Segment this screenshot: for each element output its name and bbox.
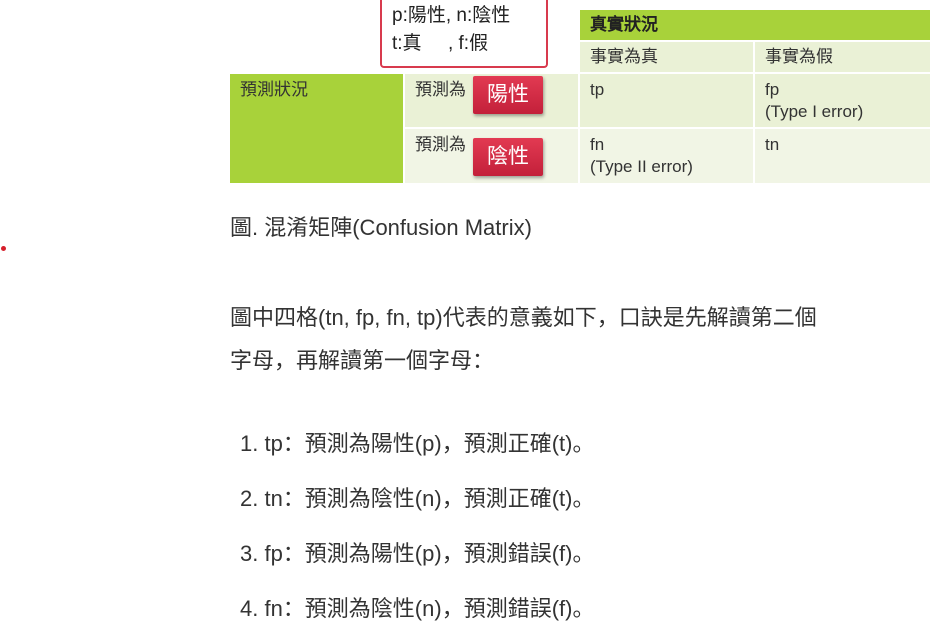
actual-false-cell: 事實為假 [755,42,930,72]
legend-line-1: p:陽性, n:陰性 [392,5,511,26]
paragraph-line-2: 字母，再解讀第一個字母： [230,348,495,373]
fp-note: (Type I error) [765,102,864,121]
paragraph-line-1: 圖中四格(tn, fp, fn, tp)代表的意義如下，口訣是先解讀第二個 [230,305,817,330]
figure-caption: 圖. 混淆矩陣(Confusion Matrix) [230,215,532,240]
list-item: 3. fp：預測為陽性(p)，預測錯誤(f)。 [240,541,595,566]
fn-note: (Type II error) [590,157,693,176]
predicted-header-label: 預測狀況 [240,80,308,99]
predicted-negative-prefix: 預測為 [415,135,466,154]
fp-label: fp [765,80,780,99]
actual-header-cell: 真實狀況 [580,10,930,40]
tn-label: tn [765,135,780,154]
legend-box: p:陽性, n:陰性 t:真 , f:假 [380,0,548,68]
list-item: 2. tn：預測為陰性(n)，預測正確(t)。 [240,486,595,511]
list-item: 4. fn：預測為陰性(n)，預測錯誤(f)。 [240,596,595,621]
fp-cell: fp (Type I error) [755,74,930,127]
list-item: 1. tp：預測為陽性(p)，預測正確(t)。 [240,431,595,456]
fn-label: fn [590,135,605,154]
meaning-list: 1. tp：預測為陽性(p)，預測正確(t)。 2. tn：預測為陰性(n)，預… [240,422,594,642]
confusion-matrix-figure: 真實狀況 事實為真 事實為假 預測狀況 預測為 tp fp (Type I er… [230,0,932,186]
predicted-positive-prefix: 預測為 [415,80,466,99]
actual-true-label: 事實為真 [590,47,658,66]
positive-tag: 陽性 [473,76,543,114]
actual-true-cell: 事實為真 [580,42,753,72]
negative-tag: 陰性 [473,138,543,176]
bullet-dot [1,246,6,251]
fn-cell: fn (Type II error) [580,129,753,183]
actual-header-label: 真實狀況 [590,15,658,34]
legend-line-2: t:真 , f:假 [392,33,489,54]
explanation-paragraph: 圖中四格(tn, fp, fn, tp)代表的意義如下，口訣是先解讀第二個 字母… [230,296,945,382]
tn-cell: tn [755,129,930,183]
actual-false-label: 事實為假 [765,47,833,66]
tp-cell: tp [580,74,753,127]
tp-label: tp [590,80,605,99]
predicted-header-cell: 預測狀況 [230,74,403,183]
